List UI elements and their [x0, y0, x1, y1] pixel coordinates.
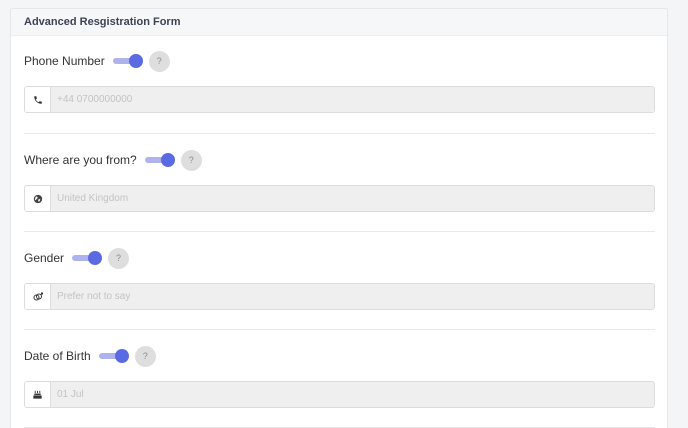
- phone-number-toggle[interactable]: [112, 54, 143, 68]
- divider: [24, 231, 655, 232]
- toggle-knob: [88, 251, 103, 265]
- date-of-birth-toggle[interactable]: [98, 349, 129, 363]
- birthday-cake-icon: [25, 382, 51, 407]
- phone-icon: [25, 87, 51, 112]
- country-field: Where are you from? ?: [24, 149, 655, 212]
- phone-number-help-button[interactable]: ?: [148, 50, 170, 72]
- date-of-birth-input[interactable]: [51, 382, 654, 407]
- phone-number-field: Phone Number ?: [24, 50, 655, 113]
- date-of-birth-label: Date of Birth: [24, 349, 91, 363]
- gender-field: Gender ?: [24, 247, 655, 310]
- globe-icon: [25, 186, 51, 211]
- divider: [24, 329, 655, 330]
- date-of-birth-help-button[interactable]: ?: [134, 345, 156, 367]
- toggle-knob: [160, 153, 175, 167]
- country-label: Where are you from?: [24, 153, 137, 167]
- phone-input-group: [24, 86, 655, 113]
- country-input-group: [24, 185, 655, 212]
- phone-number-label: Phone Number: [24, 54, 105, 68]
- form-title: Advanced Resgistration Form: [11, 9, 667, 36]
- country-help-button[interactable]: ?: [180, 149, 202, 171]
- toggle-knob: [128, 54, 143, 68]
- date-of-birth-input-group: [24, 381, 655, 408]
- registration-form-card: Advanced Resgistration Form Phone Number…: [10, 8, 668, 428]
- divider: [24, 133, 655, 134]
- country-input[interactable]: [51, 186, 654, 211]
- gender-toggle[interactable]: [72, 251, 103, 265]
- gender-label: Gender: [24, 251, 65, 265]
- gender-input[interactable]: [51, 284, 654, 309]
- country-toggle[interactable]: [144, 153, 175, 167]
- gender-input-group: [24, 283, 655, 310]
- gender-icon: [25, 284, 51, 309]
- date-of-birth-field: Date of Birth ?: [24, 345, 655, 408]
- gender-help-button[interactable]: ?: [108, 247, 130, 269]
- toggle-knob: [114, 349, 129, 363]
- phone-number-input[interactable]: [51, 87, 654, 112]
